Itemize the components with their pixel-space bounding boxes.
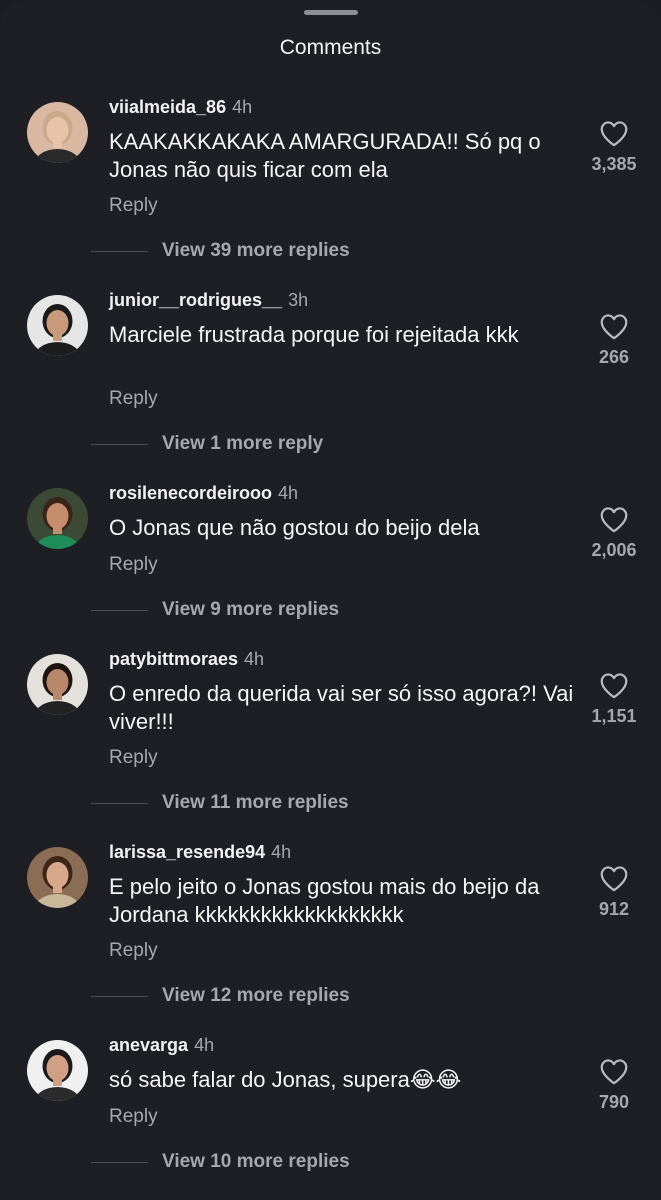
divider <box>91 251 148 252</box>
heart-icon <box>600 673 628 699</box>
comment-header: rosilenecordeirooo 4h <box>109 483 298 504</box>
like-button[interactable]: 790 <box>582 1058 646 1113</box>
comment-header: larissa_resende94 4h <box>109 842 291 863</box>
reply-button[interactable]: Reply <box>109 747 158 769</box>
like-count: 2,006 <box>591 540 637 560</box>
comment-text: só sabe falar do Jonas, supera😂😂 <box>109 1067 462 1092</box>
divider <box>91 996 148 997</box>
like-count: 912 <box>598 899 630 919</box>
view-more-replies[interactable]: View 1 more reply <box>162 433 323 455</box>
heart-icon <box>600 314 628 340</box>
avatar-image <box>27 847 88 908</box>
username[interactable]: viialmeida_86 <box>109 97 226 117</box>
reply-button[interactable]: Reply <box>109 554 158 576</box>
divider <box>91 1162 148 1163</box>
like-count: 1,151 <box>591 706 637 726</box>
sheet-title: Comments <box>279 36 382 59</box>
reply-button[interactable]: Reply <box>109 388 158 410</box>
avatar[interactable] <box>27 847 88 908</box>
comment-time: 3h <box>288 290 309 310</box>
avatar[interactable] <box>27 1040 88 1101</box>
like-count: 790 <box>598 1092 630 1112</box>
view-more-replies[interactable]: View 12 more replies <box>162 985 350 1007</box>
view-more-replies[interactable]: View 9 more replies <box>162 599 339 621</box>
comment-time: 4h <box>278 483 299 503</box>
avatar[interactable] <box>27 488 88 549</box>
reply-button[interactable]: Reply <box>109 940 158 962</box>
divider <box>91 803 148 804</box>
view-more-replies[interactable]: View 10 more replies <box>162 1151 350 1173</box>
comment-time: 4h <box>244 649 265 669</box>
comment-text: O enredo da querida vai ser só isso agor… <box>109 681 574 734</box>
username[interactable]: junior__rodrigues__ <box>109 290 282 310</box>
comment-header: viialmeida_86 4h <box>109 97 252 118</box>
avatar[interactable] <box>27 654 88 715</box>
avatar-image <box>27 654 88 715</box>
reply-button[interactable]: Reply <box>109 1106 158 1128</box>
comment-time: 4h <box>271 842 292 862</box>
heart-icon <box>600 121 628 147</box>
reply-button[interactable]: Reply <box>109 195 158 217</box>
comment-text: E pelo jeito o Jonas gostou mais do beij… <box>109 874 540 927</box>
like-count: 266 <box>598 347 630 367</box>
avatar-image <box>27 488 88 549</box>
like-count: 3,385 <box>591 154 637 174</box>
view-more-replies[interactable]: View 39 more replies <box>162 240 350 262</box>
divider <box>91 444 148 445</box>
comment-header: anevarga 4h <box>109 1035 214 1056</box>
comment-text: Marciele frustrada porque foi rejeitada … <box>109 322 519 347</box>
heart-icon <box>600 507 628 533</box>
like-button[interactable]: 912 <box>582 865 646 920</box>
heart-icon <box>600 866 628 892</box>
avatar-image <box>27 1040 88 1101</box>
like-button[interactable]: 266 <box>582 313 646 368</box>
username[interactable]: rosilenecordeirooo <box>109 483 272 503</box>
like-button[interactable]: 3,385 <box>582 120 646 175</box>
comment-header: junior__rodrigues__ 3h <box>109 290 308 311</box>
username[interactable]: patybittmoraes <box>109 649 238 669</box>
divider <box>91 610 148 611</box>
avatar[interactable] <box>27 102 88 163</box>
avatar-image <box>27 102 88 163</box>
comments-sheet: Comments viialmeida_86 4h KAAKAKKAKAKA AM… <box>0 0 661 1200</box>
view-more-replies[interactable]: View 11 more replies <box>162 792 349 814</box>
comment-text: O Jonas que não gostou do beijo dela <box>109 515 480 540</box>
username[interactable]: larissa_resende94 <box>109 842 265 862</box>
like-button[interactable]: 1,151 <box>582 672 646 727</box>
comment-text: KAAKAKKAKAKA AMARGURADA!! Só pq o Jonas … <box>109 129 541 182</box>
avatar[interactable] <box>27 295 88 356</box>
comment-time: 4h <box>194 1035 215 1055</box>
username[interactable]: anevarga <box>109 1035 188 1055</box>
avatar-image <box>27 295 88 356</box>
comment-time: 4h <box>232 97 253 117</box>
like-button[interactable]: 2,006 <box>582 506 646 561</box>
heart-icon <box>600 1059 628 1085</box>
drag-handle[interactable] <box>304 10 358 15</box>
comment-header: patybittmoraes 4h <box>109 649 264 670</box>
